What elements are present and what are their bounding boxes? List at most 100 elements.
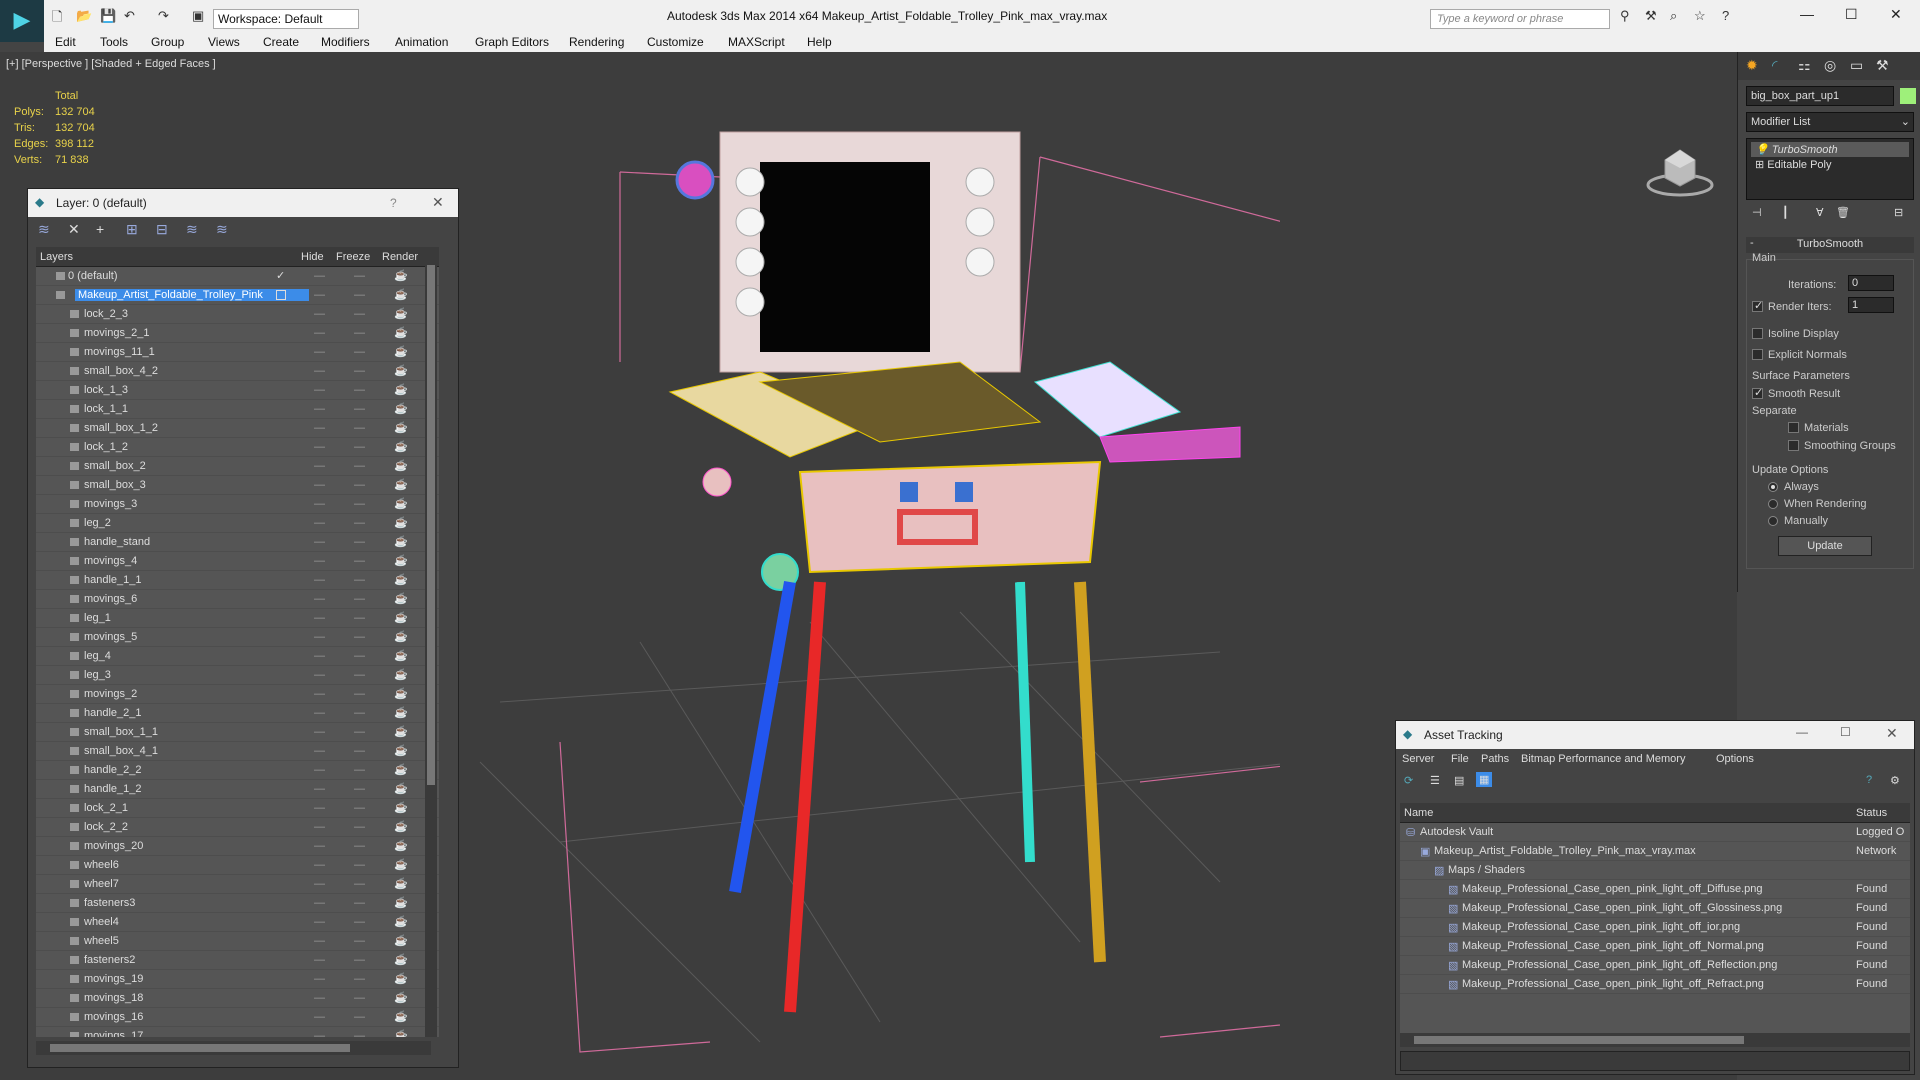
hide-toggle[interactable]: — — [314, 327, 325, 339]
freeze-all-icon[interactable]: ≋ — [216, 221, 228, 238]
freeze-toggle[interactable]: — — [354, 973, 365, 985]
layer-row[interactable]: wheel7 — — ☕ — [36, 875, 439, 894]
freeze-toggle[interactable]: — — [354, 897, 365, 909]
asset-horizontal-scrollbar[interactable] — [1400, 1033, 1910, 1047]
hide-toggle[interactable]: — — [314, 707, 325, 719]
expand-icon[interactable]: ⊞ — [1755, 159, 1764, 171]
freeze-toggle[interactable]: — — [354, 555, 365, 567]
layer-row[interactable]: small_box_3 — — ☕ — [36, 476, 439, 495]
project-icon[interactable]: ▣ — [192, 8, 204, 26]
hide-toggle[interactable]: — — [314, 1011, 325, 1023]
pin-stack-icon[interactable]: ⊣ — [1752, 206, 1762, 219]
when-rendering-radio[interactable] — [1768, 499, 1778, 509]
render-teapot-icon[interactable]: ☕ — [394, 307, 408, 320]
asset-row[interactable]: ▣ Makeup_Artist_Foldable_Trolley_Pink_max… — [1400, 842, 1910, 861]
layer-row[interactable]: movings_18 — — ☕ — [36, 989, 439, 1008]
render-teapot-icon[interactable]: ☕ — [394, 649, 408, 662]
motion-tab-icon[interactable]: ◎ — [1824, 57, 1836, 74]
col-hide[interactable]: Hide — [301, 251, 324, 263]
layer-vertical-scrollbar[interactable] — [425, 247, 437, 1037]
freeze-toggle[interactable]: — — [354, 802, 365, 814]
layer-row[interactable]: movings_4 — — ☕ — [36, 552, 439, 571]
render-teapot-icon[interactable]: ☕ — [394, 763, 408, 776]
help-icon[interactable]: ? — [1722, 8, 1729, 26]
layer-row[interactable]: leg_1 — — ☕ — [36, 609, 439, 628]
render-teapot-icon[interactable]: ☕ — [394, 839, 408, 852]
freeze-toggle[interactable]: — — [354, 441, 365, 453]
hide-toggle[interactable]: — — [314, 1030, 325, 1037]
viewcube-icon[interactable] — [1645, 140, 1715, 200]
layer-close-icon[interactable]: ✕ — [432, 194, 444, 211]
freeze-toggle[interactable]: — — [354, 783, 365, 795]
render-iters-spinner[interactable]: 1 — [1848, 297, 1894, 313]
hierarchy-tab-icon[interactable]: ⚏ — [1798, 57, 1811, 74]
modifier-list-dropdown[interactable]: Modifier List ⌄ — [1746, 112, 1914, 132]
render-teapot-icon[interactable]: ☕ — [394, 782, 408, 795]
freeze-toggle[interactable]: — — [354, 935, 365, 947]
menu-create[interactable]: Create — [263, 35, 299, 49]
select-objects-icon[interactable]: ⊞ — [126, 221, 138, 238]
active-layer-box[interactable] — [276, 290, 286, 300]
hide-toggle[interactable]: — — [314, 688, 325, 700]
col-status[interactable]: Status — [1856, 807, 1887, 819]
freeze-toggle[interactable]: — — [354, 574, 365, 586]
hide-toggle[interactable]: — — [314, 992, 325, 1004]
layer-row[interactable]: lock_1_1 — — ☕ — [36, 400, 439, 419]
freeze-toggle[interactable]: — — [354, 308, 365, 320]
stack-turbosmooth[interactable]: 💡 TurboSmooth — [1751, 142, 1909, 157]
hide-toggle[interactable]: — — [314, 859, 325, 871]
close-icon[interactable]: ✕ — [1890, 6, 1902, 23]
render-teapot-icon[interactable]: ☕ — [394, 896, 408, 909]
layer-row[interactable]: leg_3 — — ☕ — [36, 666, 439, 685]
render-teapot-icon[interactable]: ☕ — [394, 383, 408, 396]
render-teapot-icon[interactable]: ☕ — [394, 402, 408, 415]
hide-toggle[interactable]: — — [314, 878, 325, 890]
display-tab-icon[interactable]: ▭ — [1850, 57, 1863, 74]
object-color-swatch[interactable] — [1900, 88, 1916, 104]
stack-editable-poly[interactable]: ⊞ Editable Poly — [1751, 157, 1909, 172]
app-logo-icon[interactable]: ▶ — [0, 0, 44, 42]
layer-row[interactable]: movings_3 — — ☕ — [36, 495, 439, 514]
freeze-toggle[interactable]: — — [354, 403, 365, 415]
freeze-toggle[interactable]: — — [354, 878, 365, 890]
asset-row[interactable]: ▧ Makeup_Professional_Case_open_pink_ligh… — [1400, 880, 1910, 899]
hide-toggle[interactable]: — — [314, 308, 325, 320]
layer-row[interactable]: small_box_1_2 — — ☕ — [36, 419, 439, 438]
hide-toggle[interactable]: — — [314, 935, 325, 947]
hide-toggle[interactable]: — — [314, 574, 325, 586]
delete-layer-icon[interactable]: ✕ — [68, 221, 80, 238]
freeze-toggle[interactable]: — — [354, 536, 365, 548]
hide-toggle[interactable]: — — [314, 973, 325, 985]
hide-toggle[interactable]: — — [314, 612, 325, 624]
hide-toggle[interactable]: — — [314, 954, 325, 966]
freeze-toggle[interactable]: — — [354, 384, 365, 396]
layer-row[interactable]: handle_2_1 — — ☕ — [36, 704, 439, 723]
utilities-tab-icon[interactable]: ⚒ — [1876, 57, 1889, 74]
render-teapot-icon[interactable]: ☕ — [394, 459, 408, 472]
freeze-toggle[interactable]: — — [354, 954, 365, 966]
freeze-toggle[interactable]: — — [354, 821, 365, 833]
layer-row[interactable]: movings_2_1 — — ☕ — [36, 324, 439, 343]
hide-toggle[interactable]: — — [314, 783, 325, 795]
render-teapot-icon[interactable]: ☕ — [394, 535, 408, 548]
viewport-label[interactable]: [+] [Perspective ] [Shaded + Edged Faces… — [6, 58, 216, 70]
layer-row[interactable]: movings_2 — — ☕ — [36, 685, 439, 704]
asset-row[interactable]: ▧ Makeup_Professional_Case_open_pink_ligh… — [1400, 956, 1910, 975]
freeze-toggle[interactable]: — — [354, 916, 365, 928]
menu-help[interactable]: Help — [807, 35, 832, 49]
layer-row[interactable]: lock_2_3 — — ☕ — [36, 305, 439, 324]
menu-maxscript[interactable]: MAXScript — [728, 35, 785, 49]
layer-row[interactable]: fasteners2 — — ☕ — [36, 951, 439, 970]
render-teapot-icon[interactable]: ☕ — [394, 991, 408, 1004]
hide-toggle[interactable]: — — [314, 384, 325, 396]
object-name-field[interactable]: big_box_part_up1 — [1746, 86, 1894, 106]
render-teapot-icon[interactable]: ☕ — [394, 915, 408, 928]
render-teapot-icon[interactable]: ☕ — [394, 478, 408, 491]
hide-toggle[interactable]: — — [314, 517, 325, 529]
freeze-toggle[interactable]: — — [354, 346, 365, 358]
menu-modifiers[interactable]: Modifiers — [321, 35, 370, 49]
col-layers[interactable]: Layers — [40, 251, 73, 263]
hide-toggle[interactable]: — — [314, 802, 325, 814]
layer-row[interactable]: leg_4 — — ☕ — [36, 647, 439, 666]
hide-toggle[interactable]: — — [314, 346, 325, 358]
